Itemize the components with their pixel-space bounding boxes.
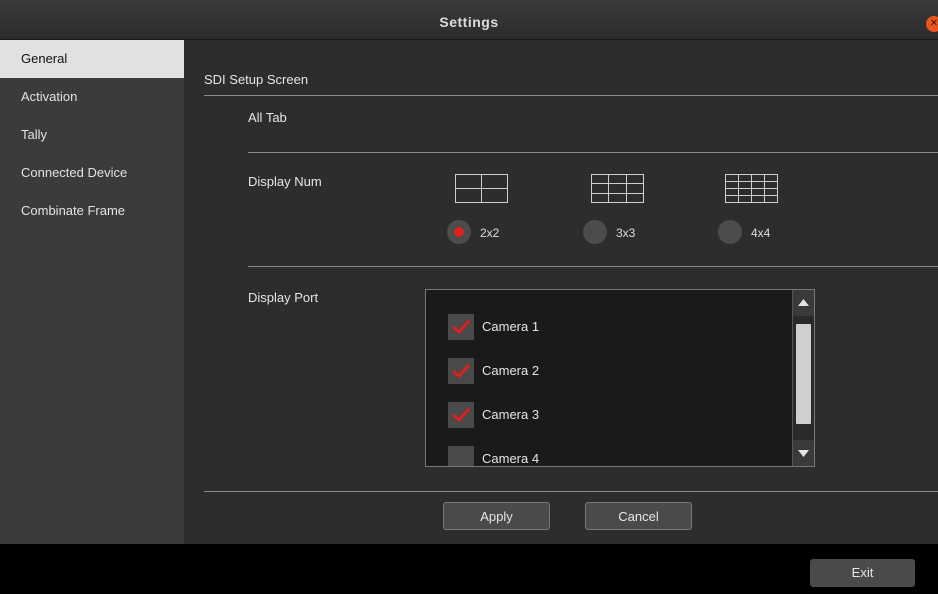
window-title: Settings bbox=[439, 14, 499, 30]
sidebar-item-activation[interactable]: Activation bbox=[0, 78, 184, 116]
radio-3x3-label: 3x3 bbox=[616, 226, 636, 240]
arrow-down-icon bbox=[798, 450, 809, 457]
exit-button[interactable]: Exit bbox=[810, 559, 915, 587]
scroll-up-button[interactable] bbox=[793, 290, 814, 316]
divider bbox=[248, 266, 938, 267]
scroll-thumb[interactable] bbox=[796, 324, 811, 424]
camera-3-label: Camera 3 bbox=[482, 407, 540, 422]
checkmark-icon bbox=[452, 408, 470, 422]
divider bbox=[248, 152, 938, 153]
display-num-label: Display Num bbox=[248, 174, 322, 189]
grid-3x3-icon bbox=[591, 174, 644, 203]
cancel-button[interactable]: Cancel bbox=[585, 502, 692, 530]
radio-4x4[interactable] bbox=[718, 220, 742, 244]
camera-1-checkbox[interactable] bbox=[448, 314, 474, 340]
checkmark-icon bbox=[452, 320, 470, 334]
radio-2x2-label: 2x2 bbox=[480, 226, 500, 240]
display-port-label: Display Port bbox=[248, 290, 319, 305]
main-panel: SDI Setup Screen All Tab Display Num 2x2… bbox=[184, 40, 938, 544]
sidebar: General Activation Tally Connected Devic… bbox=[0, 40, 184, 544]
camera-2-checkbox[interactable] bbox=[448, 358, 474, 384]
camera-list[interactable]: Camera 1 Camera 2 Camera 3 Camera 4 bbox=[425, 289, 815, 467]
sidebar-item-tally[interactable]: Tally bbox=[0, 116, 184, 154]
title-bar: Settings ✕ bbox=[0, 0, 938, 40]
tab-all[interactable]: All Tab bbox=[248, 110, 287, 125]
sidebar-item-general[interactable]: General bbox=[0, 40, 184, 78]
grid-2x2-icon bbox=[455, 174, 508, 203]
close-icon[interactable]: ✕ bbox=[926, 16, 938, 32]
divider bbox=[204, 491, 938, 492]
radio-2x2[interactable] bbox=[447, 220, 471, 244]
camera-1-label: Camera 1 bbox=[482, 319, 540, 334]
radio-4x4-label: 4x4 bbox=[751, 226, 771, 240]
scrollbar[interactable] bbox=[792, 290, 814, 466]
radio-3x3[interactable] bbox=[583, 220, 607, 244]
scroll-down-button[interactable] bbox=[793, 440, 814, 466]
camera-4-label: Camera 4 bbox=[482, 451, 540, 466]
camera-3-checkbox[interactable] bbox=[448, 402, 474, 428]
sidebar-item-combinate-frame[interactable]: Combinate Frame bbox=[0, 192, 184, 230]
divider bbox=[204, 95, 938, 96]
grid-4x4-icon bbox=[725, 174, 778, 203]
camera-2-label: Camera 2 bbox=[482, 363, 540, 378]
section-title: SDI Setup Screen bbox=[204, 72, 309, 87]
arrow-up-icon bbox=[798, 299, 809, 306]
footer-bar: Exit bbox=[0, 544, 938, 594]
sidebar-item-connected-device[interactable]: Connected Device bbox=[0, 154, 184, 192]
camera-4-checkbox[interactable] bbox=[448, 446, 474, 466]
apply-button[interactable]: Apply bbox=[443, 502, 550, 530]
checkmark-icon bbox=[452, 364, 470, 378]
